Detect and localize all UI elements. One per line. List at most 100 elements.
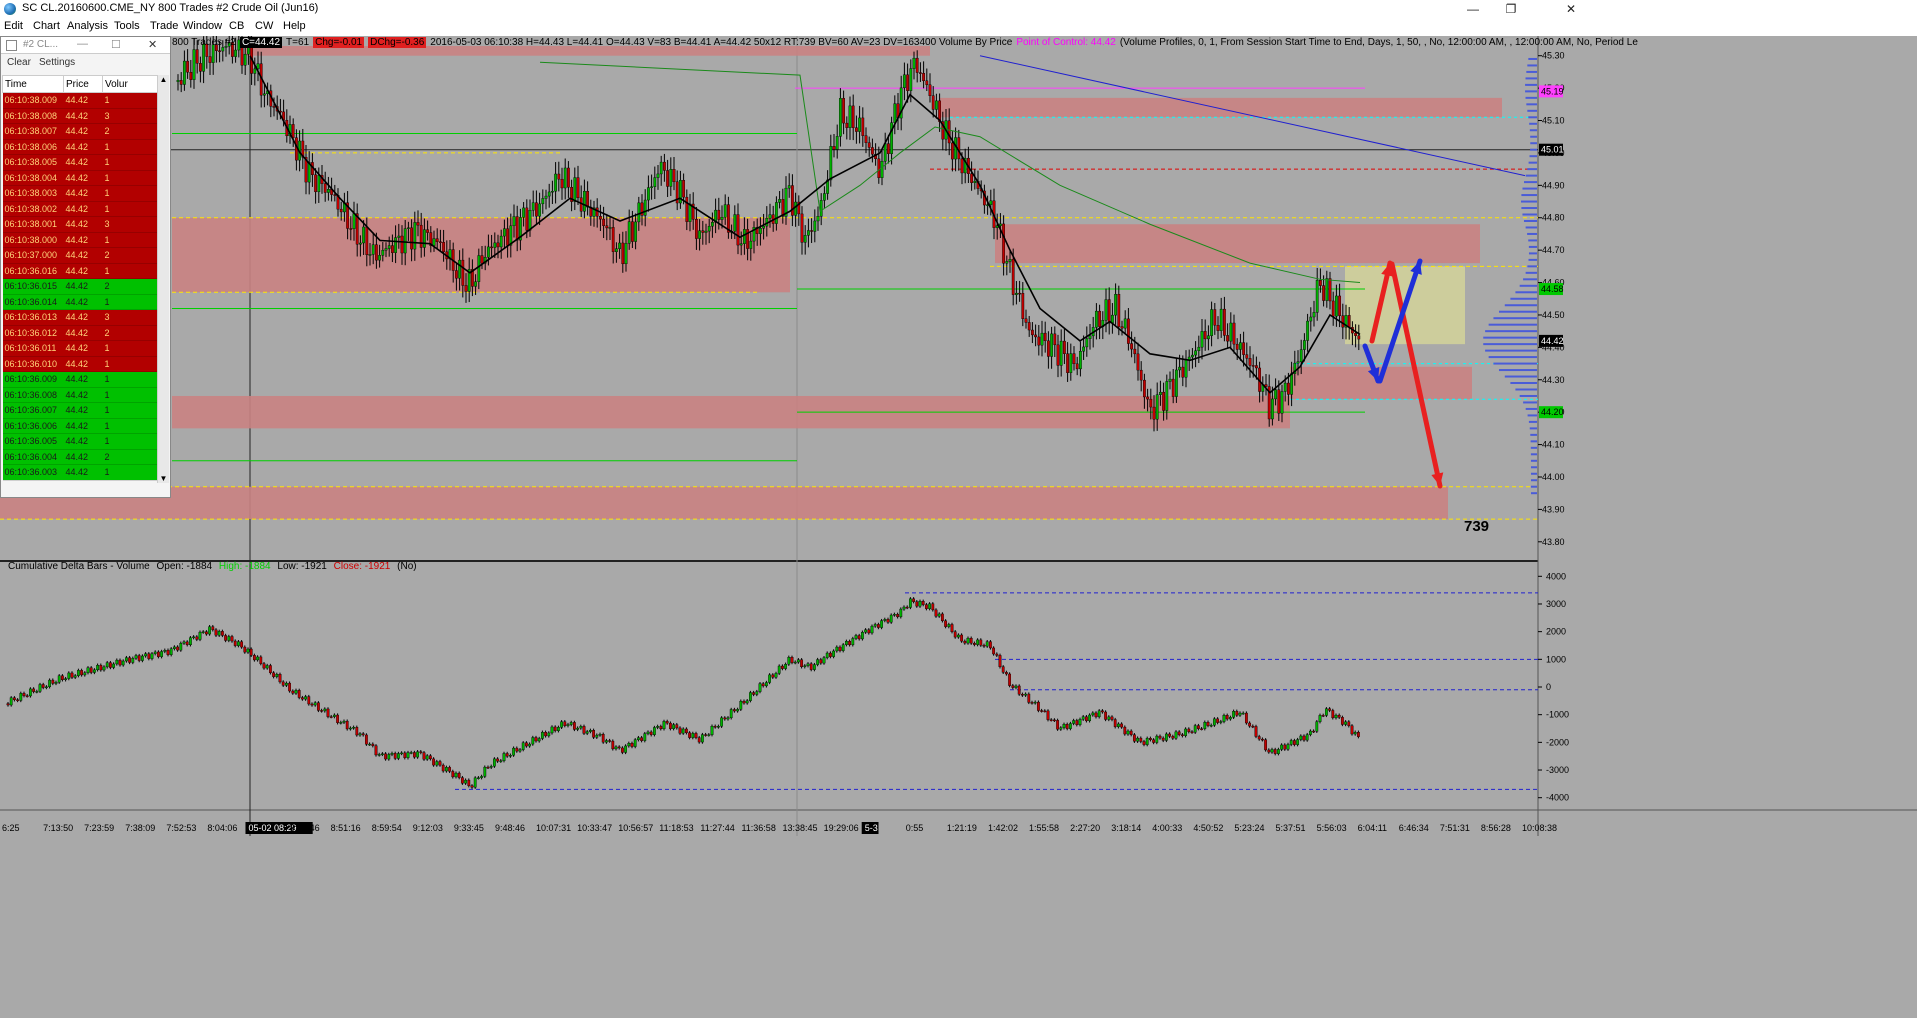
delta-bar	[256, 656, 259, 661]
table-row[interactable]: 06:10:38.007 44.42 2	[2, 123, 158, 140]
cell-price: 44.42	[63, 418, 103, 434]
delta-bar	[326, 708, 330, 717]
chart-area[interactable]: 73945.3045.2045.1045.0044.9044.8044.7044…	[0, 36, 1917, 1018]
volume-profile-bar	[1530, 142, 1537, 145]
menu-analysis[interactable]: Analysis	[67, 20, 108, 32]
table-row[interactable]: 06:10:36.014 44.42 1	[2, 294, 158, 310]
delta-bar	[576, 727, 580, 730]
delta-bar	[1286, 744, 1290, 750]
table-row[interactable]: 06:10:36.009 44.42 1	[2, 371, 158, 388]
delta-bar	[185, 641, 189, 646]
delta-bar	[1225, 715, 1229, 720]
table-row[interactable]: 06:10:36.012 44.42 2	[2, 325, 158, 341]
close-button[interactable]: ✕	[1548, 0, 1594, 18]
delta-bar	[1209, 724, 1213, 727]
table-row[interactable]: 06:10:36.015 44.42 2	[2, 278, 158, 295]
table-row[interactable]: 06:10:36.006 44.42 1	[2, 418, 158, 434]
delta-bar	[1187, 728, 1191, 732]
delta-bar	[1033, 701, 1037, 704]
menu-cb[interactable]: CB	[229, 20, 244, 32]
delta-bar	[659, 726, 663, 730]
delta-bar	[1248, 722, 1252, 727]
menu-window[interactable]: Window	[183, 20, 222, 32]
table-row[interactable]: 06:10:36.016 44.42 1	[2, 263, 158, 279]
delta-flag: (No)	[397, 561, 417, 572]
cell-time: 06:10:38.009	[2, 92, 64, 109]
candle-body	[1277, 389, 1281, 414]
delta-bar	[1267, 749, 1271, 753]
table-row[interactable]: 06:10:38.004 44.42 1	[2, 170, 158, 186]
table-row[interactable]: 06:10:38.003 44.42 1	[2, 185, 158, 202]
ts-maximize-icon[interactable]: ☐	[111, 38, 121, 51]
delta-tick-label: 4000	[1546, 571, 1566, 581]
delta-bar	[1180, 734, 1184, 736]
menu-cw[interactable]: CW	[255, 20, 273, 32]
delta-bar	[944, 620, 948, 627]
candle-body	[717, 209, 721, 220]
table-row[interactable]: 06:10:36.011 44.42 1	[2, 340, 158, 357]
menu-trade[interactable]: Trade	[150, 20, 178, 32]
delta-bar	[1021, 694, 1024, 696]
table-row[interactable]: 06:10:36.007 44.42 1	[2, 402, 158, 419]
cell-vol: 3	[102, 108, 158, 124]
table-row[interactable]: 06:10:36.010 44.42 1	[2, 356, 158, 372]
clear-button[interactable]: Clear	[7, 57, 31, 68]
daily-change-value: DChg=-0.36	[368, 37, 427, 48]
table-row[interactable]: 06:10:38.000 44.42 1	[2, 232, 158, 248]
table-row[interactable]: 06:10:38.001 44.42 3	[2, 216, 158, 233]
delta-bar	[928, 603, 932, 609]
volume-profile-bar	[1530, 492, 1537, 495]
delta-bar	[102, 666, 106, 671]
delta-bar	[1356, 731, 1360, 737]
cell-time: 06:10:36.016	[2, 263, 64, 279]
table-row[interactable]: 06:10:38.002 44.42 1	[2, 201, 158, 217]
menu-help[interactable]: Help	[283, 20, 306, 32]
scroll-up-icon[interactable]: ▲	[158, 75, 169, 84]
ts-minimize-icon[interactable]: —	[77, 38, 88, 50]
candle-body	[1318, 280, 1322, 286]
ts-close-icon[interactable]: ✕	[148, 38, 157, 51]
table-row[interactable]: 06:10:36.003 44.42 1	[2, 464, 158, 481]
maximize-button[interactable]: ❐	[1488, 0, 1534, 18]
settings-button[interactable]: Settings	[39, 57, 75, 68]
column-header-time[interactable]: Time	[2, 75, 64, 93]
table-row[interactable]: 06:10:38.005 44.42 1	[2, 154, 158, 171]
scroll-down-icon[interactable]: ▼	[158, 474, 169, 483]
delta-bar	[1308, 730, 1312, 735]
table-row[interactable]: 06:10:38.009 44.42 1	[2, 92, 158, 109]
time-sales-scrollbar[interactable]: ▲ ▼	[157, 75, 169, 483]
table-row[interactable]: 06:10:36.013 44.42 3	[2, 309, 158, 326]
delta-open: Open: -1884	[156, 561, 213, 572]
cell-price: 44.42	[63, 139, 103, 155]
candle-body	[394, 237, 397, 253]
supply-demand-zone	[0, 486, 1448, 520]
delta-bar	[822, 657, 826, 664]
column-header-price[interactable]: Price	[63, 75, 103, 93]
delta-bar	[505, 753, 509, 757]
volume-profile-bar	[1530, 446, 1537, 449]
delta-bar	[422, 752, 426, 760]
delta-bar	[374, 745, 378, 756]
time-tick-label: 11:27:44	[700, 823, 734, 833]
table-row[interactable]: 06:10:38.006 44.42 1	[2, 139, 158, 155]
delta-bar	[1324, 708, 1328, 716]
menu-edit[interactable]: Edit	[4, 20, 23, 32]
delta-bar	[953, 631, 957, 638]
menu-chart[interactable]: Chart	[33, 20, 60, 32]
time-and-sales-window[interactable]: #2 CL... — ☐ ✕ Clear Settings Time Price…	[0, 36, 171, 498]
delta-bar	[1008, 673, 1012, 686]
price-chart-svg[interactable]: 73945.3045.2045.1045.0044.9044.8044.7044…	[0, 36, 1917, 1018]
candle-body	[522, 207, 526, 218]
table-row[interactable]: 06:10:37.000 44.42 2	[2, 247, 158, 264]
candle-body	[787, 185, 791, 189]
volume-profile-bar	[1528, 161, 1537, 164]
table-row[interactable]: 06:10:38.008 44.42 3	[2, 108, 158, 124]
cell-vol: 3	[102, 216, 158, 233]
time-sales-title-bar[interactable]: #2 CL... — ☐ ✕	[1, 37, 170, 54]
column-header-volume[interactable]: Volur	[102, 75, 158, 93]
candle-body	[1203, 331, 1207, 340]
table-row[interactable]: 06:10:36.004 44.42 2	[2, 449, 158, 465]
table-row[interactable]: 06:10:36.005 44.42 1	[2, 433, 158, 450]
menu-tools[interactable]: Tools	[114, 20, 140, 32]
table-row[interactable]: 06:10:36.008 44.42 1	[2, 387, 158, 403]
